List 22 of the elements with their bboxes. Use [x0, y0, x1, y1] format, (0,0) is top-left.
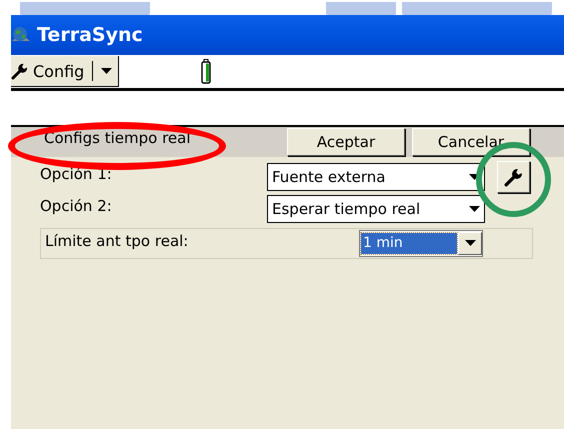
field-label: Opción 2: — [40, 197, 113, 215]
dropdown-value: Esperar tiempo real — [272, 200, 422, 218]
settings-button[interactable] — [497, 161, 530, 193]
wrench-icon — [11, 62, 29, 80]
dropdown-value: 1 min — [361, 233, 457, 254]
battery-icon — [201, 59, 212, 84]
wrench-icon — [504, 167, 524, 187]
dialog-button[interactable]: Aceptar — [287, 128, 405, 156]
option-dropdown[interactable]: Fuente externa — [267, 163, 485, 191]
caret-icon — [469, 206, 480, 212]
config-menu-button[interactable]: Config — [11, 56, 120, 87]
caret-icon — [101, 68, 112, 74]
caret-icon — [464, 240, 476, 247]
limit-dropdown[interactable]: 1 min — [359, 230, 483, 257]
dropdown-arrow-button[interactable] — [458, 232, 482, 255]
dialog-button[interactable]: Cancelar — [412, 128, 530, 156]
field-label: Límite ant tpo real: — [45, 232, 190, 250]
dropdown-value: Fuente externa — [272, 168, 386, 186]
window-title: TerraSync — [37, 24, 143, 46]
toolbar-segment — [326, 2, 396, 15]
option-dropdown[interactable]: Esperar tiempo real — [267, 195, 485, 223]
panel-title: Configs tiempo real — [44, 129, 192, 147]
